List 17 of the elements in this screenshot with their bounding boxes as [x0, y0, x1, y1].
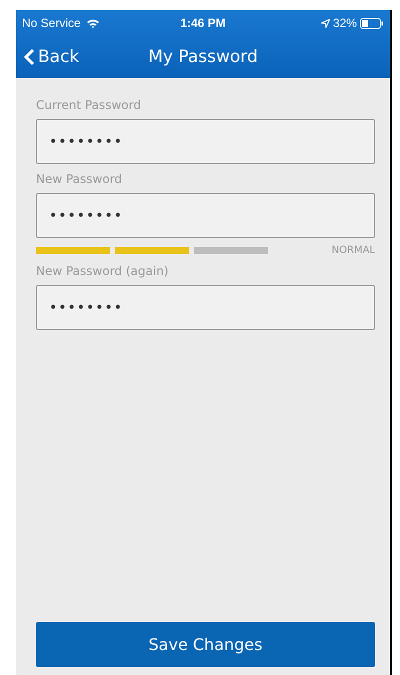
password-field[interactable]: •••••••• — [36, 285, 375, 330]
save-button[interactable]: Save Changes — [36, 622, 375, 667]
carrier-text: No Service — [22, 16, 81, 30]
battery-percent: 32% — [332, 16, 357, 30]
location-icon — [320, 18, 330, 28]
clock-text: 1:46 PM — [180, 16, 226, 30]
field-label: Current Password — [36, 98, 142, 112]
back-button[interactable]: Back — [16, 47, 88, 67]
screen-title: My Password — [148, 47, 258, 67]
password-field[interactable]: •••••••• — [36, 119, 375, 164]
wifi-icon — [86, 18, 100, 28]
field-label: New Password — [36, 172, 124, 186]
strength-text: NORMAL — [332, 245, 375, 256]
password-field[interactable]: •••••••• — [36, 193, 375, 238]
chevron-icon — [24, 48, 35, 66]
battery-icon — [360, 18, 384, 28]
field-label: New Password (again) — [36, 264, 170, 278]
